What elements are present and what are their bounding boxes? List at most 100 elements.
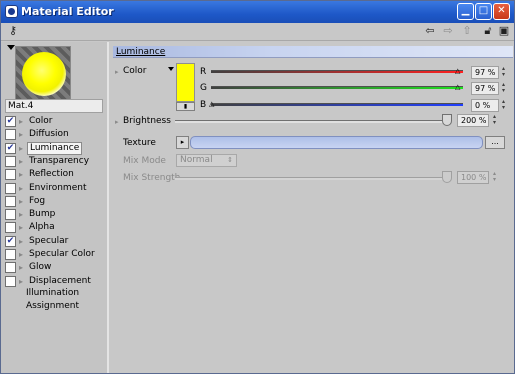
g-slider-handle[interactable]: △	[455, 84, 462, 91]
r-slider[interactable]	[211, 70, 463, 73]
channel-checkbox[interactable]	[5, 129, 16, 141]
channel-checkbox[interactable]: ✔	[5, 235, 16, 247]
forward-arrow-icon[interactable]: ⇨	[442, 25, 454, 37]
channel-checkbox[interactable]	[5, 275, 16, 287]
r-slider-handle[interactable]: △	[455, 68, 462, 75]
channel-label: Reflection	[29, 169, 74, 180]
brightness-value-field[interactable]: 200 %	[457, 114, 489, 127]
maximize-button[interactable]: □	[475, 3, 492, 20]
b-label: B	[200, 100, 207, 110]
r-spinner[interactable]: ▴ ▾	[500, 66, 507, 79]
preview-sphere	[22, 52, 66, 96]
bullet-icon: ▸	[115, 68, 119, 76]
channel-label: Transparency	[29, 155, 90, 166]
bullet-icon: ▸	[19, 210, 24, 220]
bullet-icon: ▸	[19, 156, 24, 166]
channel-checkbox[interactable]	[5, 209, 16, 221]
mix-strength-spinner[interactable]: ▴ ▾	[491, 171, 498, 184]
window-title: Material Editor	[21, 5, 114, 18]
channel-label: Fog	[29, 195, 46, 206]
b-spinner[interactable]: ▴ ▾	[500, 99, 507, 112]
texture-menu-button[interactable]: ▸	[176, 136, 189, 149]
lock-icon[interactable]: 🔓︎	[482, 25, 494, 37]
bullet-icon: ▸	[19, 196, 24, 206]
brightness-spinner[interactable]: ▴ ▾	[491, 114, 498, 127]
r-value-field[interactable]: 97 %	[471, 66, 499, 79]
channel-label: Alpha	[29, 222, 55, 233]
color-swatch[interactable]	[176, 63, 195, 102]
channel-label: Color	[29, 116, 53, 126]
g-slider[interactable]	[211, 86, 463, 89]
dropdown-arrow-icon: ⇕	[227, 156, 233, 164]
channel-settings-panel: Luminance ▸ Color ▮ R △ 97 % ▴ ▾ G △ 97 %…	[111, 42, 514, 373]
channel-checkbox[interactable]	[5, 169, 16, 181]
mix-strength-value-field[interactable]: 100 %	[457, 171, 489, 184]
channel-checkbox[interactable]: ✔	[5, 116, 16, 127]
bullet-icon: ▸	[19, 223, 24, 233]
bullet-icon: ▸	[115, 118, 119, 126]
section-header: Luminance	[112, 46, 513, 58]
color-label: Color	[123, 66, 147, 76]
g-spinner[interactable]: ▴ ▾	[500, 82, 507, 95]
illumination-item[interactable]: Illumination	[26, 287, 79, 299]
g-label: G	[200, 83, 207, 93]
section-title: Luminance	[112, 46, 172, 58]
mix-strength-label: Mix Strength	[123, 173, 181, 183]
texture-label: Texture	[123, 138, 156, 148]
bullet-icon: ▸	[19, 143, 24, 153]
preview-menu-arrow-icon[interactable]	[7, 45, 15, 50]
title-bar[interactable]: Material Editor ▁ □ ✕	[1, 1, 514, 23]
material-editor-window: Material Editor ▁ □ ✕ ⚷ ⇦ ⇨ ⇧ 🔓︎ ▣ Mat.4…	[0, 0, 515, 374]
bullet-icon: ▸	[19, 263, 24, 273]
r-label: R	[200, 67, 207, 77]
channel-label: Environment	[29, 182, 87, 193]
color-menu-arrow-icon[interactable]	[168, 67, 174, 71]
g-value-field[interactable]: 97 %	[471, 82, 499, 95]
back-arrow-icon[interactable]: ⇦	[424, 25, 436, 37]
mix-strength-slider-handle[interactable]	[442, 171, 452, 183]
channel-checkbox[interactable]	[5, 249, 16, 260]
material-name-field[interactable]: Mat.4	[5, 99, 103, 113]
channel-checkbox[interactable]	[5, 182, 16, 194]
channel-label: Specular	[29, 235, 69, 246]
bullet-icon: ▸	[19, 250, 24, 259]
channel-label: Displacement	[29, 275, 91, 286]
texture-field[interactable]	[190, 136, 483, 149]
channel-label: Diffusion	[29, 129, 69, 140]
brightness-slider-handle[interactable]	[442, 114, 452, 126]
mix-mode-dropdown[interactable]: Normal ⇕	[176, 154, 237, 167]
assignment-item[interactable]: Assignment	[26, 300, 79, 312]
mix-mode-value: Normal	[180, 155, 213, 165]
minimize-button[interactable]: ▁	[457, 3, 474, 20]
color-picker-button[interactable]: ▮	[176, 102, 195, 111]
b-value-field[interactable]: 0 %	[471, 99, 499, 112]
b-slider[interactable]	[211, 103, 463, 106]
material-preview[interactable]	[15, 46, 71, 100]
channel-label: Glow	[29, 262, 52, 273]
channel-label: Specular Color	[29, 249, 95, 259]
toolbar: ⚷ ⇦ ⇨ ⇧ 🔓︎ ▣	[1, 23, 514, 41]
mix-strength-slider[interactable]	[175, 177, 445, 180]
close-icon: ✕	[497, 5, 506, 16]
channel-checkbox[interactable]: ✔	[5, 142, 16, 154]
channel-checkbox[interactable]	[5, 262, 16, 274]
new-window-icon[interactable]: ▣	[498, 25, 510, 37]
channel-checkbox[interactable]	[5, 222, 16, 234]
bullet-icon: ▸	[19, 276, 24, 286]
key-icon[interactable]: ⚷	[7, 25, 19, 37]
maximize-icon: □	[478, 5, 489, 16]
brightness-label: Brightness	[123, 116, 171, 126]
bullet-icon: ▸	[19, 170, 24, 180]
brightness-slider[interactable]	[175, 120, 445, 123]
close-button[interactable]: ✕	[493, 3, 510, 20]
app-icon[interactable]	[5, 5, 18, 18]
up-arrow-icon[interactable]: ⇧	[461, 25, 473, 37]
channel-checkbox[interactable]	[5, 195, 16, 207]
channel-panel: Mat.4 ✔ ▸ Color ▸ Diffusion ✔ ▸ Luminance ▸ Trans…	[1, 42, 109, 373]
b-slider-handle[interactable]: △	[209, 101, 216, 108]
channel-label: Bump	[29, 209, 56, 220]
channel-checkbox[interactable]	[5, 155, 16, 167]
texture-browse-button[interactable]: ...	[485, 136, 505, 149]
bullet-icon: ▸	[19, 236, 24, 246]
mix-mode-label: Mix Mode	[123, 156, 166, 166]
